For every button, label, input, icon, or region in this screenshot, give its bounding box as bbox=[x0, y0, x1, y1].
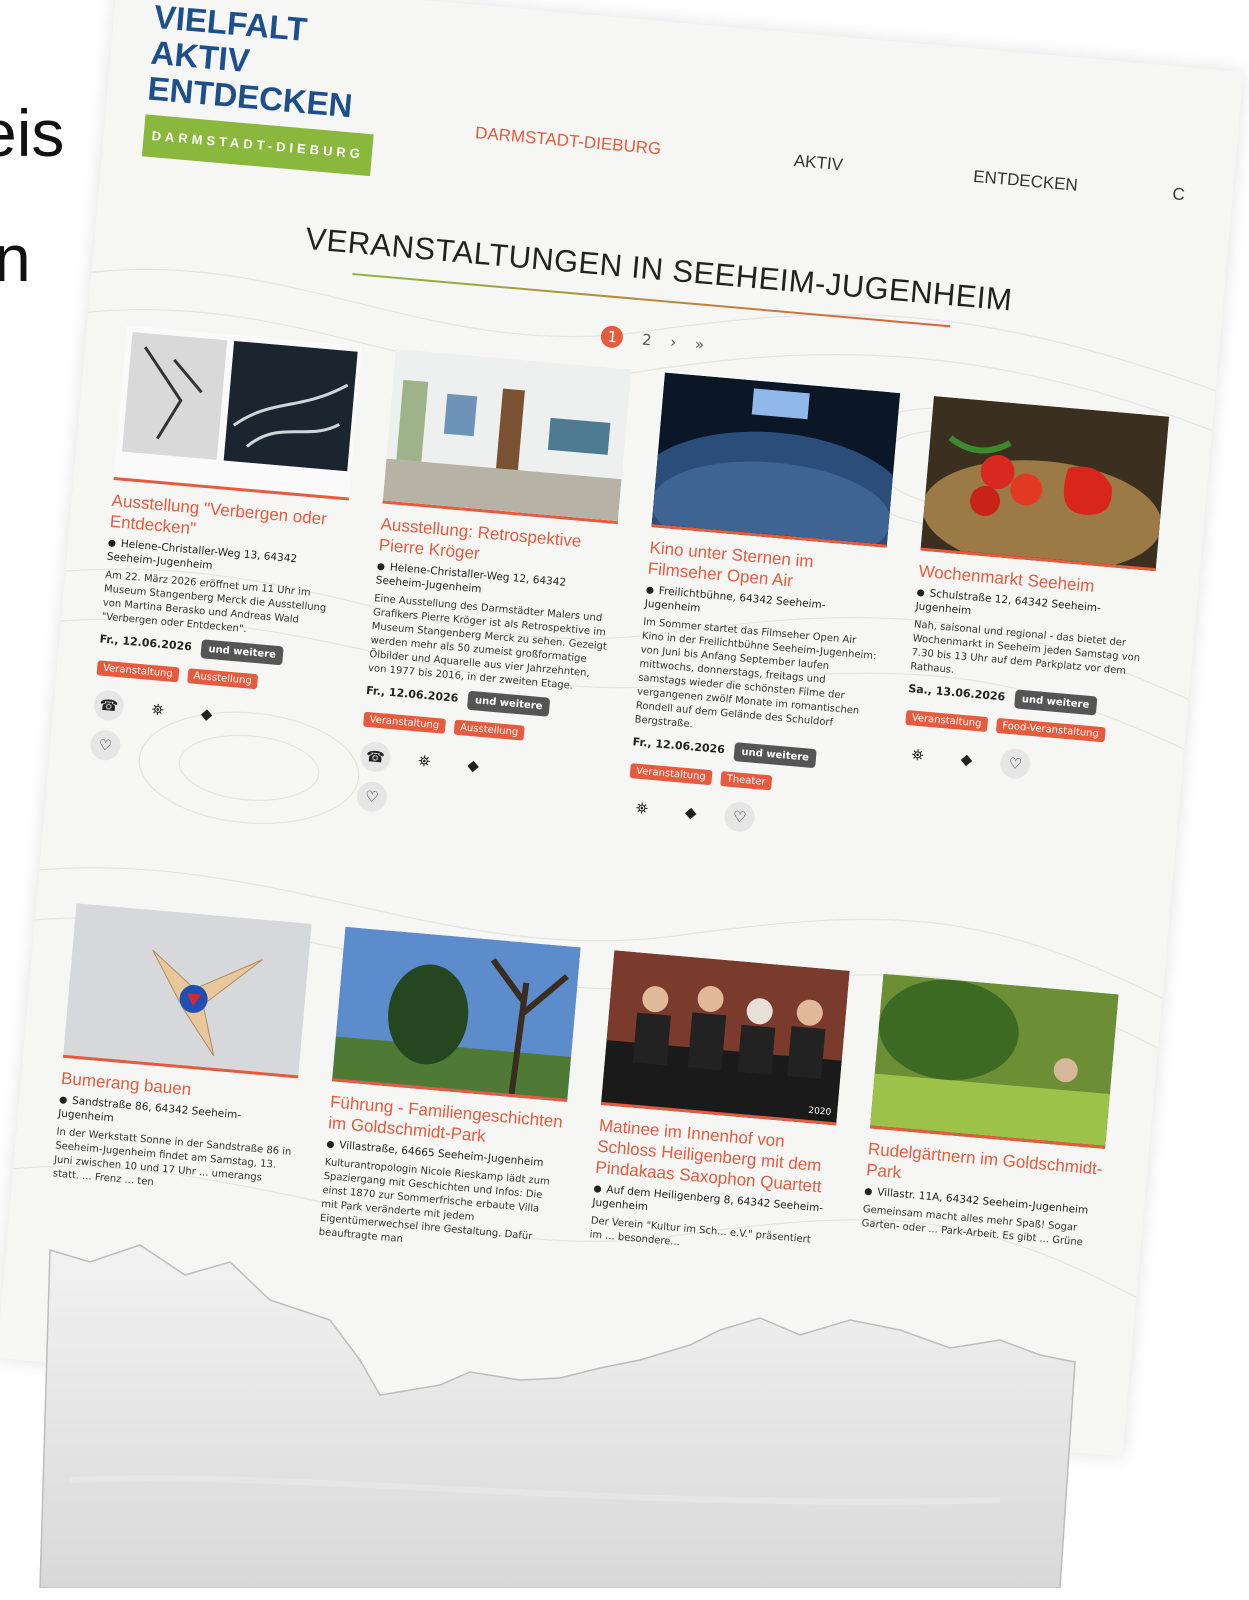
torn-paper-overlay bbox=[39, 1244, 1076, 1588]
